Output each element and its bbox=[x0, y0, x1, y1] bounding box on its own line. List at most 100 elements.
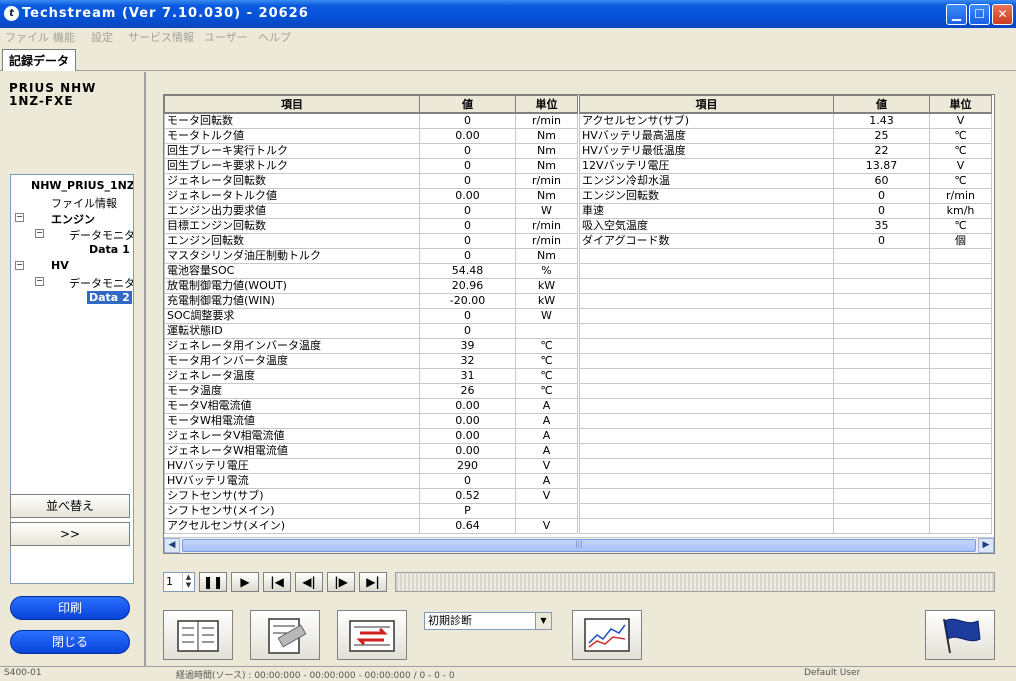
table-row[interactable]: モータW相電流値 0.00 A bbox=[164, 412, 578, 429]
chevron-down-icon[interactable]: ▼ bbox=[535, 613, 551, 629]
table-row[interactable]: モータ温度 26 ℃ bbox=[164, 382, 578, 399]
go-to-end-button[interactable]: ▶| bbox=[359, 572, 387, 592]
header-value[interactable]: 値 bbox=[419, 95, 516, 114]
table-row[interactable] bbox=[579, 247, 992, 264]
menu-function[interactable]: 機能 bbox=[53, 29, 75, 45]
tab-recorded-data[interactable]: 記録データ bbox=[2, 49, 77, 71]
pause-button[interactable]: ❚❚ bbox=[199, 572, 227, 592]
table-row[interactable]: 運転状態ID 0 bbox=[164, 322, 578, 339]
flag-button[interactable] bbox=[925, 610, 995, 660]
table-row[interactable] bbox=[579, 382, 992, 399]
table-row[interactable]: HVバッテリ最高温度 25 ℃ bbox=[579, 127, 992, 144]
go-to-start-button[interactable]: |◀ bbox=[263, 572, 291, 592]
table-row[interactable] bbox=[579, 457, 992, 474]
sort-button[interactable]: 並べ替え bbox=[10, 494, 130, 518]
table-row[interactable] bbox=[579, 322, 992, 339]
close-window-button[interactable]: ✕ bbox=[992, 4, 1013, 25]
tree-data2-selected[interactable]: Data 2 bbox=[87, 291, 132, 304]
table-row[interactable]: 12Vバッテリ電圧 13.87 V bbox=[579, 157, 992, 174]
minimize-button[interactable]: ▁ bbox=[946, 4, 967, 25]
select-data-button[interactable] bbox=[250, 610, 320, 660]
tree-data-monitor-hv[interactable]: データモニタ bbox=[69, 275, 133, 291]
spinner-arrows-icon[interactable]: ▲ ▼ bbox=[182, 573, 194, 591]
menu-settings[interactable]: 設定 bbox=[91, 29, 113, 45]
table-row[interactable] bbox=[579, 412, 992, 429]
table-row[interactable]: シフトセンサ(メイン) P bbox=[164, 502, 578, 519]
table-row[interactable]: 放電制御電力値(WOUT) 20.96 kW bbox=[164, 277, 578, 294]
collapse-icon[interactable]: − bbox=[35, 277, 44, 286]
table-row[interactable]: エンジン回転数 0 r/min bbox=[164, 232, 578, 249]
list-view-button[interactable] bbox=[163, 610, 233, 660]
tree-data-monitor-engine[interactable]: データモニタ bbox=[69, 227, 133, 243]
table-row[interactable]: 電池容量SOC 54.48% bbox=[164, 262, 578, 279]
close-button[interactable]: 閉じる bbox=[10, 630, 130, 654]
table-row[interactable]: ダイアグコード数 0 個 bbox=[579, 232, 992, 249]
header-unit[interactable]: 単位 bbox=[515, 95, 578, 114]
table-row[interactable]: HVバッテリ最低温度 22 ℃ bbox=[579, 142, 992, 159]
scroll-left-icon[interactable]: ◀ bbox=[164, 538, 180, 553]
step-back-button[interactable]: ◀| bbox=[295, 572, 323, 592]
table-row[interactable] bbox=[579, 472, 992, 489]
print-button[interactable]: 印刷 bbox=[10, 596, 130, 620]
header-item[interactable]: 項目 bbox=[164, 95, 420, 114]
menu-help[interactable]: ヘルプ bbox=[258, 29, 291, 45]
table-row[interactable]: HVバッテリ電流 0 A bbox=[164, 472, 578, 489]
table-row[interactable]: ジェネレータトルク値 0.00 Nm bbox=[164, 187, 578, 204]
table-row[interactable]: モータV相電流値 0.00 A bbox=[164, 397, 578, 414]
table-row[interactable]: アクセルセンサ(サブ) 1.43 V bbox=[579, 112, 992, 129]
table-row[interactable]: 目標エンジン回転数 0 r/min bbox=[164, 217, 578, 234]
table-row[interactable]: モータトルク値 0.00 Nm bbox=[164, 127, 578, 144]
expand-button[interactable]: >> bbox=[10, 522, 130, 546]
table-row[interactable] bbox=[579, 352, 992, 369]
scroll-right-icon[interactable]: ▶ bbox=[978, 538, 994, 553]
table-row[interactable] bbox=[579, 427, 992, 444]
header-item[interactable]: 項目 bbox=[579, 95, 834, 114]
tree-file-info[interactable]: ファイル情報 bbox=[51, 195, 117, 211]
menu-file[interactable]: ファイル bbox=[5, 29, 49, 45]
table-row[interactable]: 回生ブレーキ要求トルク 0 Nm bbox=[164, 157, 578, 174]
table-row[interactable] bbox=[579, 517, 992, 534]
collapse-icon[interactable]: − bbox=[15, 213, 24, 222]
table-row[interactable]: モータ用インバータ温度 32 ℃ bbox=[164, 352, 578, 369]
table-row[interactable]: シフトセンサ(サブ) 0.52 V bbox=[164, 487, 578, 504]
table-row[interactable] bbox=[579, 367, 992, 384]
header-value[interactable]: 値 bbox=[833, 95, 930, 114]
table-row[interactable]: 車速 0 km/h bbox=[579, 202, 992, 219]
table-row[interactable]: ジェネレータ用インバータ温度 39 ℃ bbox=[164, 337, 578, 354]
graph-view-button[interactable] bbox=[572, 610, 642, 660]
collapse-icon[interactable]: − bbox=[35, 229, 44, 238]
swap-view-button[interactable] bbox=[337, 610, 407, 660]
tree-engine[interactable]: エンジン bbox=[51, 211, 95, 227]
table-row[interactable]: エンジン回転数 0 r/min bbox=[579, 187, 992, 204]
table-row[interactable]: モータ回転数 0 r/min bbox=[164, 112, 578, 129]
table-row[interactable] bbox=[579, 502, 992, 519]
table-row[interactable] bbox=[579, 292, 992, 309]
table-row[interactable]: アクセルセンサ(メイン) 0.64 V bbox=[164, 517, 578, 534]
table-row[interactable]: エンジン冷却水温 60 ℃ bbox=[579, 172, 992, 189]
menu-service-info[interactable]: サービス情報 bbox=[128, 29, 194, 45]
table-row[interactable] bbox=[579, 307, 992, 324]
table-row[interactable]: エンジン出力要求値 0 W bbox=[164, 202, 578, 219]
table-row[interactable]: マスタシリンダ油圧制動トルク 0 Nm bbox=[164, 247, 578, 264]
table-row[interactable] bbox=[579, 277, 992, 294]
step-forward-button[interactable]: |▶ bbox=[327, 572, 355, 592]
table-row[interactable]: ジェネレータ回転数 0 r/min bbox=[164, 172, 578, 189]
table-row[interactable] bbox=[579, 442, 992, 459]
collapse-icon[interactable]: − bbox=[15, 261, 24, 270]
play-button[interactable]: ▶ bbox=[231, 572, 259, 592]
table-row[interactable] bbox=[579, 262, 992, 279]
horizontal-scrollbar[interactable]: ◀ ||| ▶ bbox=[164, 537, 994, 553]
table-row[interactable]: ジェネレータ温度 31 ℃ bbox=[164, 367, 578, 384]
timeline-track[interactable] bbox=[395, 572, 995, 592]
tree-hv[interactable]: HV bbox=[51, 259, 69, 272]
table-row[interactable]: ジェネレータV相電流値 0.00 A bbox=[164, 427, 578, 444]
table-row[interactable]: 吸入空気温度 35 ℃ bbox=[579, 217, 992, 234]
scroll-thumb[interactable]: ||| bbox=[182, 539, 976, 552]
table-row[interactable]: SOC調整要求 0 W bbox=[164, 307, 578, 324]
maximize-button[interactable]: ☐ bbox=[969, 4, 990, 25]
table-row[interactable] bbox=[579, 337, 992, 354]
tree-root[interactable]: NHW_PRIUS_1NZ bbox=[31, 179, 133, 192]
table-row[interactable]: 回生ブレーキ実行トルク 0 Nm bbox=[164, 142, 578, 159]
table-row[interactable]: HVバッテリ電圧 290 V bbox=[164, 457, 578, 474]
table-row[interactable]: ジェネレータW相電流値 0.00 A bbox=[164, 442, 578, 459]
